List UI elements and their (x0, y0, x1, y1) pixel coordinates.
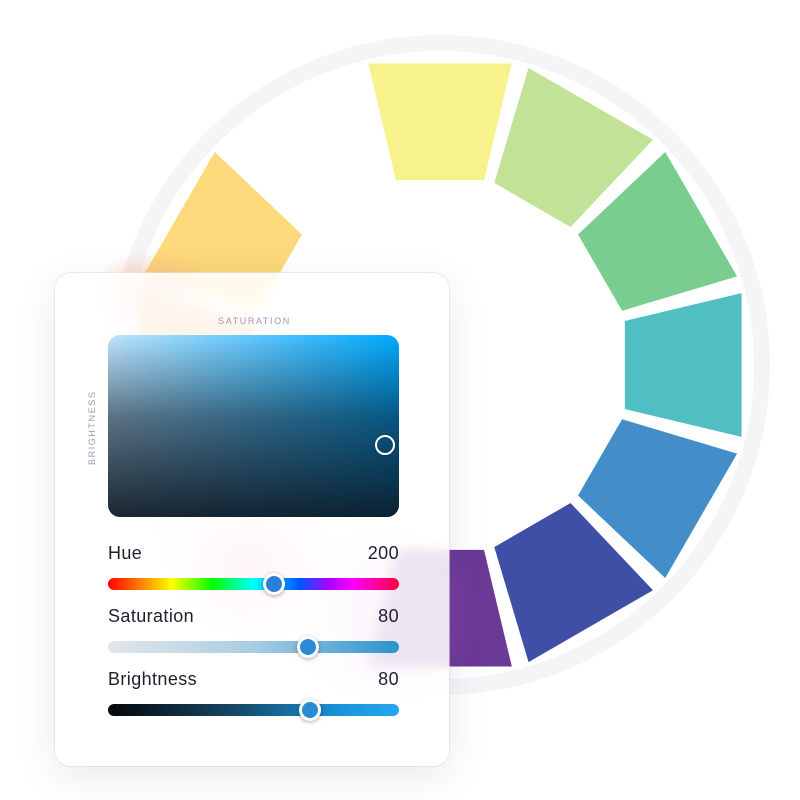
brightness-slider-row: Brightness 80 (108, 669, 399, 721)
saturation-axis-label: SATURATION (218, 316, 291, 326)
hue-slider-track[interactable] (108, 573, 399, 595)
brightness-axis-label: BRIGHTNESS (87, 390, 97, 465)
sv-picker-cursor[interactable] (375, 435, 395, 455)
hue-slider-row: Hue 200 (108, 543, 399, 595)
saturation-label: Saturation (108, 606, 195, 626)
saturation-slider-track[interactable] (108, 636, 399, 658)
brightness-slider-thumb[interactable] (299, 699, 322, 721)
wheel-segment-yellow (368, 63, 512, 181)
brightness-slider-track[interactable] (108, 699, 399, 721)
brightness-label: Brightness (108, 669, 198, 689)
hue-slider-thumb[interactable] (263, 573, 286, 595)
saturation-brightness-field[interactable] (108, 335, 399, 517)
hue-value: 200 (367, 543, 399, 563)
saturation-slider-row: Saturation 80 (108, 606, 399, 658)
color-picker-panel: SATURATION BRIGHTNESS Hue 200 Saturation… (55, 273, 449, 766)
saturation-value: 80 (378, 606, 399, 626)
hue-label: Hue (108, 543, 143, 563)
saturation-slider-thumb[interactable] (297, 636, 320, 658)
wheel-segment-teal (624, 293, 742, 437)
brightness-value: 80 (378, 669, 399, 689)
sv-field-shade-layer (108, 335, 399, 517)
